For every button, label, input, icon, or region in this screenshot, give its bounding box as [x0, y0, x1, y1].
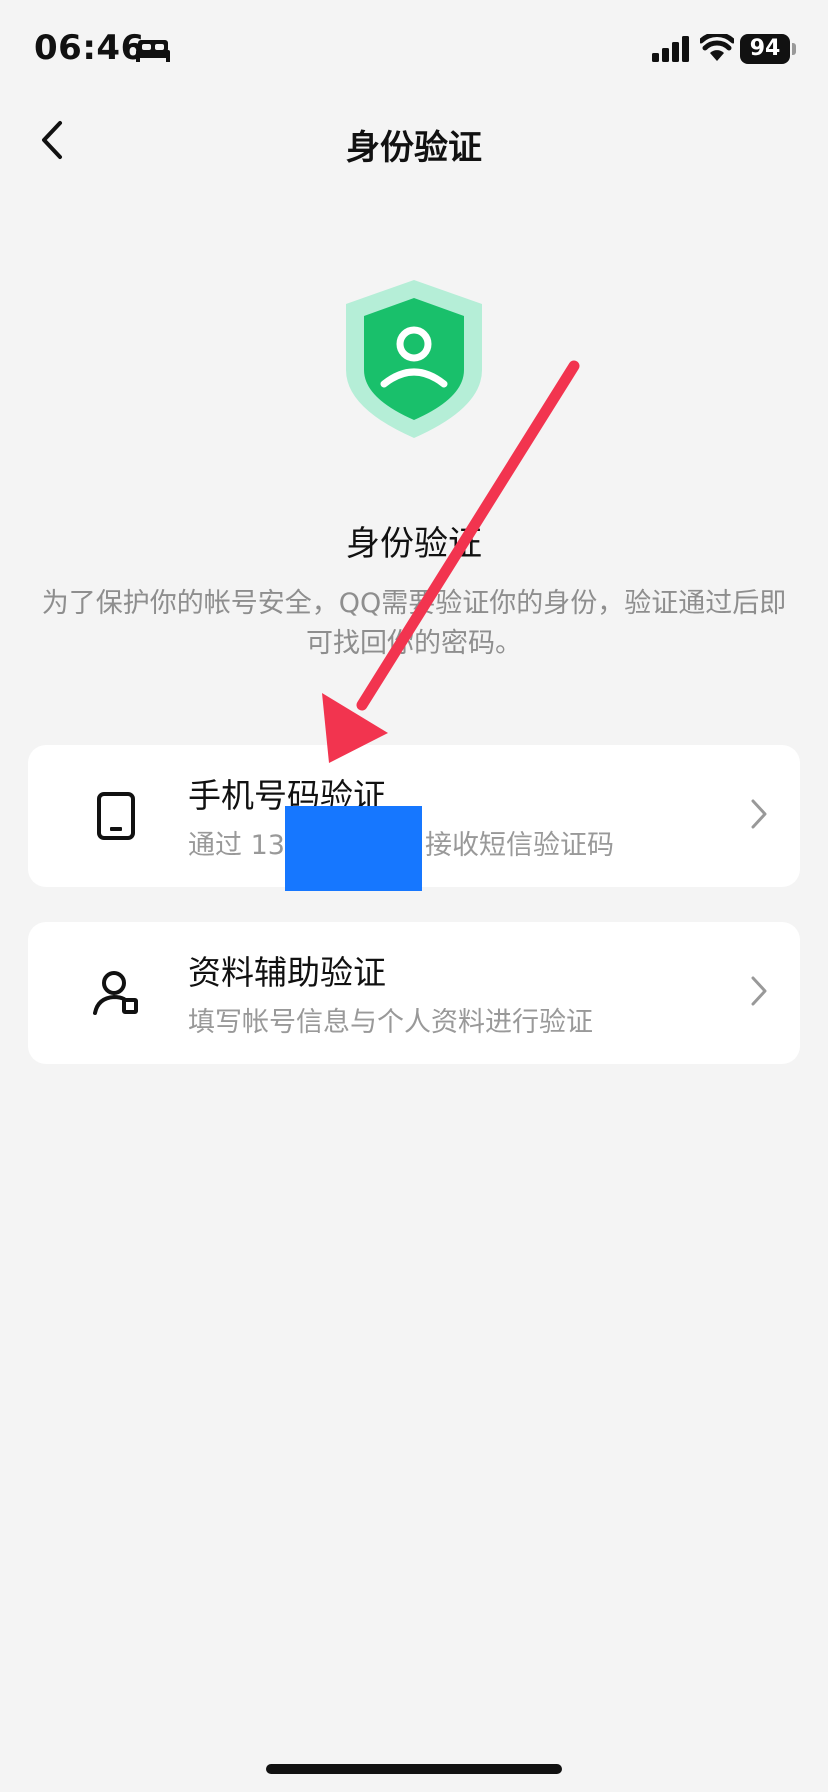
annotation-arrow: [322, 360, 580, 763]
sleep-icon: [136, 38, 170, 66]
status-time: 06:46: [34, 28, 145, 68]
option-subtitle-suffix: 接收短信验证码: [424, 830, 614, 861]
status-bar: 06:46 94: [0, 0, 828, 100]
page-title: 身份验证: [346, 128, 482, 168]
home-indicator: [266, 1764, 562, 1774]
battery-tip: [792, 43, 796, 55]
option-subtitle: 填写帐号信息与个人资料进行验证: [188, 1007, 593, 1038]
hero-title: 身份验证: [346, 524, 482, 564]
redaction-box: [285, 806, 422, 891]
battery-icon: 94: [740, 34, 790, 64]
chevron-right-icon: [750, 798, 768, 834]
wifi-icon: [698, 32, 736, 66]
phone-icon: [88, 788, 144, 844]
option-subtitle-prefix: 通过 13: [188, 830, 285, 861]
chevron-right-icon: [750, 975, 768, 1011]
option-title: 资料辅助验证: [188, 953, 386, 992]
profile-verification-option[interactable]: 资料辅助验证 填写帐号信息与个人资料进行验证: [28, 922, 800, 1064]
nav-bar: 身份验证: [0, 100, 828, 184]
user-badge-icon: [88, 965, 144, 1021]
shield-user-icon: [344, 278, 484, 444]
hero-description: 为了保护你的帐号安全，QQ需要验证你的身份，验证通过后即可找回你的密码。: [41, 588, 787, 659]
signal-icon: [652, 36, 692, 66]
